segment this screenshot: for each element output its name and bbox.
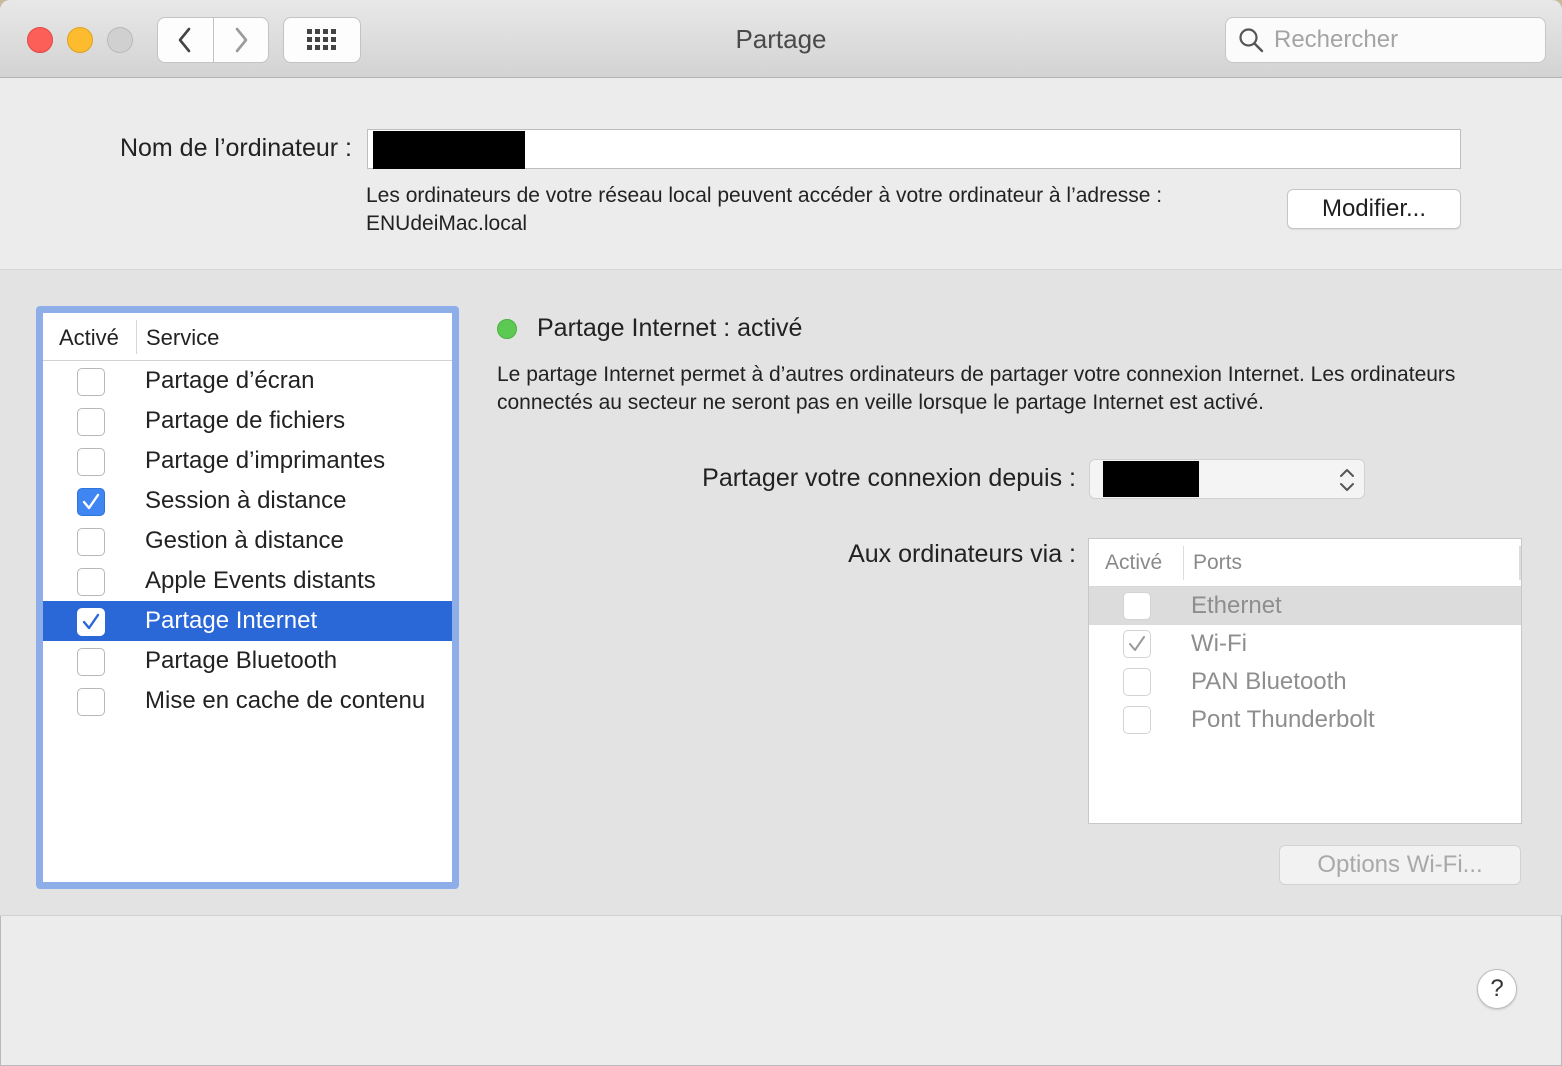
port-row-thunderbolt[interactable]: Pont Thunderbolt xyxy=(1089,701,1521,739)
port-label: Pont Thunderbolt xyxy=(1191,706,1375,733)
service-label: Partage d’imprimantes xyxy=(145,447,386,474)
service-list-header: Activé Service xyxy=(43,313,452,361)
service-label: Partage d’écran xyxy=(145,367,315,394)
service-label: Gestion à distance xyxy=(145,527,344,554)
search-field[interactable] xyxy=(1225,17,1546,63)
service-row-apple-events[interactable]: Apple Events distants xyxy=(43,561,452,601)
modify-button[interactable]: Modifier... xyxy=(1287,189,1461,229)
port-checkbox[interactable] xyxy=(1123,668,1151,696)
port-checkbox[interactable] xyxy=(1123,630,1151,658)
service-row-partage-fichiers[interactable]: Partage de fichiers xyxy=(43,401,452,441)
search-input[interactable] xyxy=(1274,26,1534,54)
popup-arrows-icon xyxy=(1340,469,1354,491)
port-label: Ethernet xyxy=(1191,592,1282,619)
service-row-cache-contenu[interactable]: Mise en cache de contenu xyxy=(43,681,452,721)
port-row-ethernet[interactable]: Ethernet xyxy=(1089,587,1521,625)
service-checkbox[interactable] xyxy=(77,688,105,716)
sharing-section: Activé Service Partage d’écran Partage d… xyxy=(0,270,1562,916)
service-checkbox[interactable] xyxy=(77,368,105,396)
service-list[interactable]: Activé Service Partage d’écran Partage d… xyxy=(36,306,459,889)
preferences-window: Partage Nom de l’ordinateur : Les ordina… xyxy=(0,0,1562,1066)
share-from-label: Partager votre connexion depuis : xyxy=(702,464,1076,492)
service-label: Apple Events distants xyxy=(145,567,376,594)
header-service[interactable]: Service xyxy=(146,325,219,351)
service-checkbox[interactable] xyxy=(77,608,105,636)
ports-table[interactable]: Activé Ports Ethernet Wi-Fi PAN Bluetoot… xyxy=(1088,538,1522,824)
computer-name-section: Nom de l’ordinateur : Les ordinateurs de… xyxy=(0,78,1562,270)
service-checkbox[interactable] xyxy=(77,408,105,436)
status-title: Partage Internet : activé xyxy=(537,314,803,342)
service-checkbox[interactable] xyxy=(77,448,105,476)
port-row-pan-bluetooth[interactable]: PAN Bluetooth xyxy=(1089,663,1521,701)
service-checkbox[interactable] xyxy=(77,488,105,516)
local-address-hostname: ENUdeiMac.local xyxy=(366,212,528,235)
share-from-popup[interactable] xyxy=(1089,459,1365,499)
search-icon xyxy=(1239,28,1264,53)
checkmark-icon xyxy=(82,613,100,630)
port-row-wifi[interactable]: Wi-Fi xyxy=(1089,625,1521,663)
service-row-session-distance[interactable]: Session à distance xyxy=(43,481,452,521)
service-checkbox[interactable] xyxy=(77,528,105,556)
ports-header-divider xyxy=(1183,546,1184,580)
service-description: Le partage Internet permet à d’autres or… xyxy=(497,363,1456,414)
redacted-computer-name xyxy=(373,131,525,169)
checkmark-icon xyxy=(1129,636,1145,651)
service-label: Session à distance xyxy=(145,487,347,514)
local-address-description: Les ordinateurs de votre réseau local pe… xyxy=(366,184,1163,207)
service-row-partage-imprimantes[interactable]: Partage d’imprimantes xyxy=(43,441,452,481)
service-label: Partage Bluetooth xyxy=(145,647,338,674)
service-row-gestion-distance[interactable]: Gestion à distance xyxy=(43,521,452,561)
ports-table-header: Activé Ports xyxy=(1089,539,1521,587)
ports-header-divider-end xyxy=(1519,546,1521,580)
to-computers-label: Aux ordinateurs via : xyxy=(848,540,1076,568)
port-label: PAN Bluetooth xyxy=(1191,668,1347,695)
header-divider xyxy=(136,320,137,354)
port-checkbox[interactable] xyxy=(1123,706,1151,734)
service-label: Mise en cache de contenu xyxy=(145,687,426,714)
service-row-partage-internet[interactable]: Partage Internet xyxy=(43,601,452,641)
service-checkbox[interactable] xyxy=(77,648,105,676)
status-indicator xyxy=(497,319,517,339)
service-checkbox[interactable] xyxy=(77,568,105,596)
local-address-text: Les ordinateurs de votre réseau local pe… xyxy=(366,182,1162,238)
help-button[interactable]: ? xyxy=(1477,969,1517,1009)
checkmark-icon xyxy=(82,493,100,510)
service-row-partage-ecran[interactable]: Partage d’écran xyxy=(43,361,452,401)
ports-header-ports: Ports xyxy=(1193,551,1243,574)
service-row-partage-bluetooth[interactable]: Partage Bluetooth xyxy=(43,641,452,681)
wifi-options-button[interactable]: Options Wi-Fi... xyxy=(1279,845,1521,885)
port-checkbox[interactable] xyxy=(1123,592,1151,620)
service-label: Partage Internet xyxy=(145,607,318,634)
port-label: Wi-Fi xyxy=(1191,630,1247,657)
computer-name-field[interactable] xyxy=(367,129,1461,169)
title-bar: Partage xyxy=(0,0,1562,78)
redacted-connection-name xyxy=(1103,461,1199,497)
header-active[interactable]: Activé xyxy=(59,325,119,351)
service-label: Partage de fichiers xyxy=(145,407,346,434)
ports-header-active: Activé xyxy=(1105,551,1163,574)
computer-name-label: Nom de l’ordinateur : xyxy=(119,134,352,162)
